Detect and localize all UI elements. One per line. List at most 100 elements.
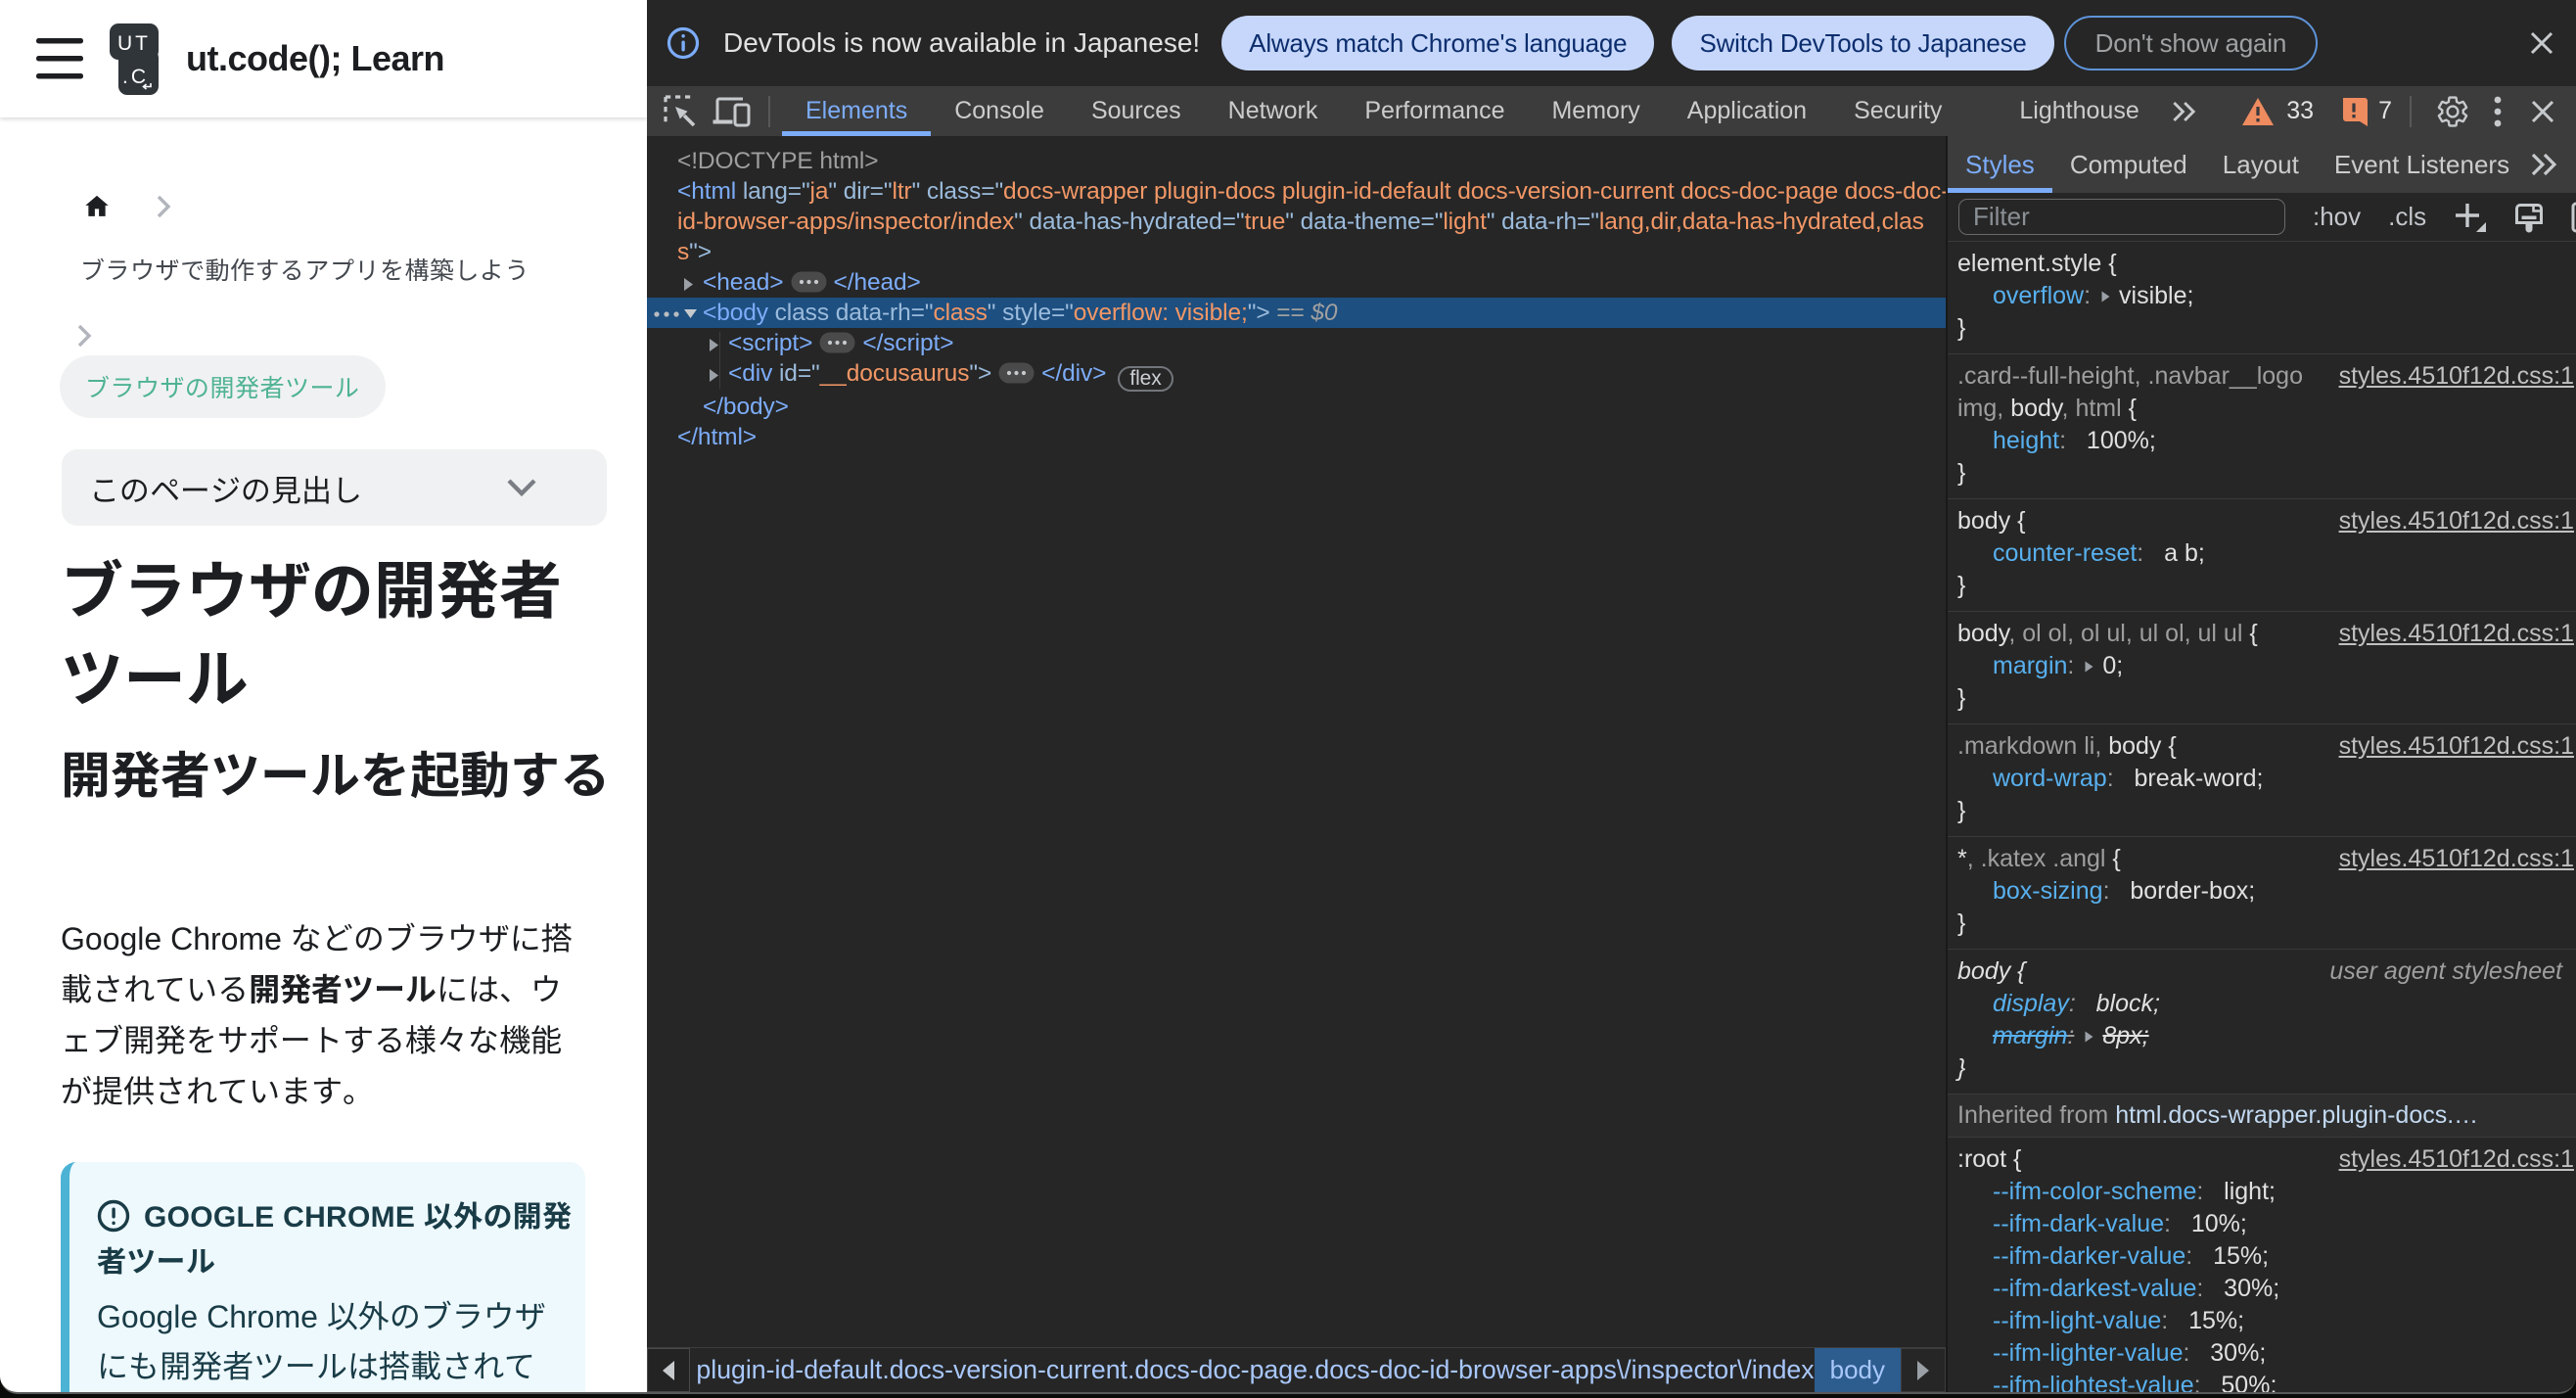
toggle-sidebar-icon[interactable] xyxy=(2571,201,2576,234)
tab-security[interactable]: Security xyxy=(1830,86,1965,136)
css-declaration[interactable]: word-wrap: break-word; xyxy=(1957,763,2576,795)
tab-layout[interactable]: Layout xyxy=(2205,136,2317,193)
css-declaration[interactable]: margin: 8px; xyxy=(1957,1020,2576,1052)
browser-window: UT .C ut.code(); Learn ブラウザで動作するアプリを構築しよ… xyxy=(0,0,2576,1394)
tab-styles[interactable]: Styles xyxy=(1948,136,2052,193)
always-match-language-button[interactable]: Always match Chrome's language xyxy=(1221,16,1655,70)
css-declaration[interactable]: --ifm-darkest-value: 30%; xyxy=(1957,1273,2576,1305)
dom-tree-row[interactable]: <!DOCTYPE html> xyxy=(647,146,1946,176)
dom-tree-row[interactable]: s"> xyxy=(647,237,1946,267)
css-declaration[interactable]: box-sizing: border-box; xyxy=(1957,875,2576,908)
crumb-scroll-left-button[interactable] xyxy=(647,1348,690,1392)
css-declaration[interactable]: --ifm-lighter-value: 30%; xyxy=(1957,1337,2576,1370)
warning-count[interactable]: 33 xyxy=(2286,97,2314,125)
css-declaration[interactable]: height: 100%; xyxy=(1957,425,2576,457)
collapse-arrow-icon[interactable] xyxy=(682,307,699,320)
tab-performance[interactable]: Performance xyxy=(1341,86,1528,136)
stylesheet-link[interactable]: styles.4510f12d.css:1 xyxy=(2339,618,2574,650)
tab-computed[interactable]: Computed xyxy=(2052,136,2205,193)
menu-icon[interactable] xyxy=(35,36,84,81)
breadcrumb-section[interactable]: ブラウザで動作するアプリを構築しよう xyxy=(80,252,529,287)
device-toolbar-icon[interactable] xyxy=(706,86,757,136)
devtools-close-icon[interactable] xyxy=(2517,86,2568,136)
infobar-close-icon[interactable] xyxy=(2527,28,2556,58)
rule-selector[interactable]: img, body, html { xyxy=(1957,393,2576,425)
styles-sidebar: Styles Computed Layout Event Listeners :… xyxy=(1946,136,2576,1392)
css-declaration[interactable]: --ifm-darker-value: 15%; xyxy=(1957,1240,2576,1273)
rule-close-brace: } xyxy=(1957,909,1966,937)
expand-ellipsis-button[interactable] xyxy=(819,332,855,353)
styles-filter-input[interactable] xyxy=(1958,199,2285,235)
css-declaration[interactable]: counter-reset: a b; xyxy=(1957,537,2576,570)
pseudo-state-toggle[interactable]: :hov xyxy=(2313,202,2361,232)
warning-icon[interactable] xyxy=(2241,97,2275,126)
rule-selector[interactable]: element.style { xyxy=(1957,248,2576,280)
dom-tree-row[interactable]: </html> xyxy=(647,422,1946,452)
breadcrumb-current[interactable]: ブラウザの開発者ツール xyxy=(60,355,386,418)
toc-collapsible[interactable]: このページの見出し xyxy=(62,449,607,526)
tab-lighthouse[interactable]: Lighthouse xyxy=(1996,86,2162,136)
crumb-scroll-right-button[interactable] xyxy=(1901,1348,1946,1392)
dom-tree-row[interactable]: </body> xyxy=(647,392,1946,422)
tab-elements[interactable]: Elements xyxy=(782,86,932,136)
css-declaration[interactable]: --ifm-dark-value: 10%; xyxy=(1957,1208,2576,1240)
crumb-path[interactable]: plugin-id-default.docs-version-current.d… xyxy=(690,1348,1814,1392)
more-tabs-icon[interactable] xyxy=(2527,153,2560,176)
dom-tree-row[interactable]: <head> </head> xyxy=(647,267,1946,298)
tab-console[interactable]: Console xyxy=(931,86,1068,136)
css-declaration[interactable]: margin: 0; xyxy=(1957,650,2576,682)
dont-show-again-button[interactable]: Don't show again xyxy=(2063,16,2319,70)
class-toggle[interactable]: .cls xyxy=(2388,202,2426,232)
flex-badge[interactable]: flex xyxy=(1118,366,1173,392)
settings-gear-icon[interactable] xyxy=(2427,86,2478,136)
rendering-brush-icon[interactable] xyxy=(2512,201,2546,234)
switch-devtools-japanese-button[interactable]: Switch DevTools to Japanese xyxy=(1672,16,2054,70)
issues-icon[interactable] xyxy=(2339,97,2369,126)
tab-sources[interactable]: Sources xyxy=(1068,86,1205,136)
dom-tree-row[interactable]: <div id="__docusaurus"> </div> flex xyxy=(647,358,1946,392)
css-declaration[interactable]: display: block; xyxy=(1957,988,2576,1020)
tree-segment: light xyxy=(1443,209,1487,235)
css-declaration[interactable]: --ifm-color-scheme: light; xyxy=(1957,1176,2576,1208)
stylesheet-link[interactable]: styles.4510f12d.css:1 xyxy=(2339,505,2574,537)
dom-tree-row[interactable]: id-browser-apps/inspector/index" data-ha… xyxy=(647,207,1946,237)
dom-tree-row[interactable]: <script> </script> xyxy=(647,328,1946,358)
expand-value-icon[interactable] xyxy=(2091,282,2119,309)
expand-ellipsis-button[interactable] xyxy=(998,362,1035,384)
paragraph-bold-text: 開発者ツール xyxy=(249,972,437,1007)
tab-network[interactable]: Network xyxy=(1205,86,1342,136)
css-declaration[interactable]: --ifm-light-value: 15%; xyxy=(1957,1305,2576,1337)
tab-memory[interactable]: Memory xyxy=(1528,86,1663,136)
expand-value-icon[interactable] xyxy=(2074,1022,2102,1049)
paragraph-line: が提供されています。 xyxy=(61,1066,573,1117)
rule-close-brace: } xyxy=(1957,1054,1966,1082)
dom-tree-row[interactable]: <body class data-rh="class" style="overf… xyxy=(647,298,1946,328)
issue-count[interactable]: 7 xyxy=(2378,97,2392,125)
expand-value-icon[interactable] xyxy=(2074,652,2102,679)
inspect-element-icon[interactable] xyxy=(655,86,706,136)
rule-close-brace: } xyxy=(1957,684,1966,712)
css-declaration[interactable]: overflow: visible; xyxy=(1957,280,2576,312)
stylesheet-link[interactable]: styles.4510f12d.css:1 xyxy=(2339,730,2574,763)
expand-ellipsis-button[interactable] xyxy=(791,271,827,293)
stylesheet-link[interactable]: styles.4510f12d.css:1 xyxy=(2339,1143,2574,1176)
tab-event-listeners[interactable]: Event Listeners xyxy=(2317,136,2527,193)
inherited-node-link[interactable]: html.docs-wrapper.plugin-docs.… xyxy=(2115,1101,2478,1129)
expand-arrow-icon[interactable] xyxy=(682,276,695,293)
css-declaration[interactable]: --ifm-lightest-value: 50%; xyxy=(1957,1370,2576,1392)
new-style-rule-icon[interactable] xyxy=(2452,200,2487,235)
dom-tree-row[interactable]: <html lang="ja" dir="ltr" class="docs-wr… xyxy=(647,176,1946,207)
tab-application[interactable]: Application xyxy=(1664,86,1830,136)
tree-segment: <head> xyxy=(703,269,784,296)
crumb-selected-body[interactable]: body xyxy=(1814,1348,1901,1392)
site-title[interactable]: ut.code(); Learn xyxy=(186,38,445,79)
home-icon[interactable] xyxy=(83,193,111,220)
stylesheet-link[interactable]: styles.4510f12d.css:1 xyxy=(2339,843,2574,875)
more-tabs-icon[interactable] xyxy=(2169,100,2199,123)
kebab-menu-icon[interactable] xyxy=(2478,86,2517,136)
site-logo[interactable]: UT .C xyxy=(110,23,159,95)
toc-label: このページの見出し xyxy=(89,473,362,508)
node-options-dots-icon[interactable] xyxy=(653,310,680,318)
style-rule: styles.4510f12d.css:1 body {counter-reset… xyxy=(1948,499,2576,612)
stylesheet-link[interactable]: styles.4510f12d.css:1 xyxy=(2339,360,2574,393)
